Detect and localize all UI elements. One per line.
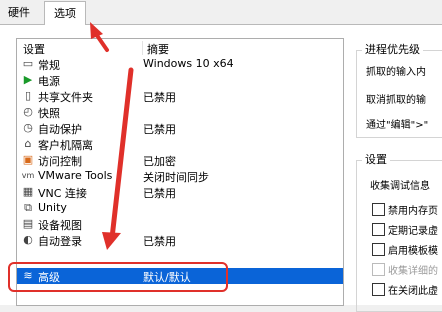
advanced-highlight-box (8, 262, 228, 292)
lock-icon: ⌂ (24, 137, 32, 150)
list-item-vnc[interactable]: ▦ VNC 连接 已禁用 (17, 184, 343, 200)
list-item-guest-isolation[interactable]: ⌂ 客户机隔离 (17, 136, 343, 152)
periodic-record-label: 定期记录虚 (388, 226, 438, 237)
disable-memory-page-label: 禁用内存页 (388, 206, 438, 217)
on-shutdown-checkbox[interactable] (372, 283, 385, 296)
list-item-snapshots[interactable]: ◴ 快照 (17, 104, 343, 120)
autoprotect-icon: ◷ (23, 121, 33, 134)
list-item-autoprotect[interactable]: ◷ 自动保护 已禁用 (17, 120, 343, 136)
column-header-summary[interactable]: 摘要 (142, 41, 169, 56)
collect-debug-label: 收集调试信息 (370, 181, 430, 192)
list-item-autologin[interactable]: ◐ 自动登录 已禁用 (17, 232, 343, 248)
shared-folder-icon: ▯ (24, 89, 32, 102)
tab-hardware[interactable]: 硬件 (2, 3, 36, 23)
collect-verbose-checkbox[interactable] (372, 263, 385, 276)
power-play-icon: ▶ (23, 73, 33, 86)
collect-verbose-label: 收集详细的 (388, 266, 438, 277)
disable-memory-page-checkbox[interactable] (372, 203, 385, 216)
priority-line-2: 取消抓取的输 (366, 95, 426, 106)
list-item-vmware-tools[interactable]: vm VMware Tools 关闭时间同步 (17, 168, 343, 184)
periodic-record-checkbox[interactable] (372, 223, 385, 236)
on-shutdown-label: 在关闭此虚 (388, 286, 438, 297)
list-item-access-control[interactable]: ▣ 访问控制 已加密 (17, 152, 343, 168)
column-header-settings[interactable]: 设置 (23, 41, 45, 57)
template-mode-checkbox[interactable] (372, 243, 385, 256)
general-icon: ▭ (22, 57, 34, 70)
access-control-icon: ▣ (22, 153, 34, 166)
autologin-icon: ◐ (23, 233, 33, 246)
priority-line-1: 抓取的输入内 (366, 67, 426, 78)
priority-group-label: 进程优先级 (362, 41, 423, 57)
device-view-icon: ▤ (22, 217, 34, 230)
template-mode-label: 启用模板模 (388, 246, 438, 257)
vmware-tools-icon: vm (21, 171, 35, 180)
list-header: 设置 摘要 (17, 39, 343, 57)
list-item-general[interactable]: ▭ 常规 Windows 10 x64 (17, 56, 343, 72)
vnc-icon: ▦ (22, 185, 34, 198)
tab-bar: 硬件 选项 (0, 0, 442, 25)
list-item-shared-folders[interactable]: ▯ 共享文件夹 已禁用 (17, 88, 343, 104)
settings-group-label: 设置 (362, 151, 390, 167)
list-item-device-view[interactable]: ▤ 设备视图 (17, 216, 343, 232)
list-item-unity[interactable]: ⧉ Unity (17, 200, 343, 216)
snapshot-icon: ◴ (23, 105, 33, 118)
list-item-power[interactable]: ▶ 电源 (17, 72, 343, 88)
unity-icon: ⧉ (24, 201, 32, 214)
priority-line-3: 通过"编辑">" (366, 120, 429, 131)
tab-options[interactable]: 选项 (44, 1, 86, 25)
